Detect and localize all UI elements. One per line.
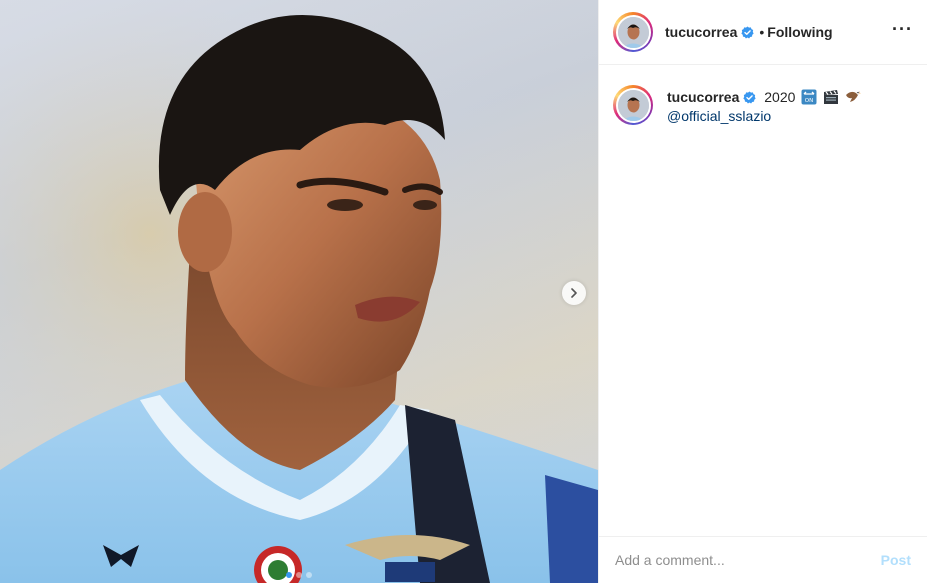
carousel-indicator bbox=[0, 572, 598, 578]
on-arrow-emoji: ON bbox=[801, 89, 817, 105]
carousel-dot bbox=[306, 572, 312, 578]
caption-username[interactable]: tucucorrea bbox=[667, 89, 739, 105]
comment-input[interactable] bbox=[615, 552, 881, 568]
clapper-board-emoji bbox=[824, 90, 839, 104]
carousel-next-button[interactable] bbox=[562, 281, 586, 305]
caption: tucucorrea 2020 ON @official_sslazio bbox=[599, 65, 927, 126]
post-comment-button[interactable]: Post bbox=[881, 552, 911, 568]
following-button[interactable]: Following bbox=[767, 24, 832, 40]
post-header: tucucorrea • Following ··· bbox=[599, 0, 927, 65]
more-options-icon[interactable]: ··· bbox=[892, 19, 913, 46]
carousel-dot bbox=[286, 572, 292, 578]
mention-link[interactable]: @official_sslazio bbox=[667, 107, 861, 126]
verified-badge-icon bbox=[743, 91, 756, 104]
caption-text: tucucorrea 2020 ON @official_sslazio bbox=[667, 85, 861, 126]
verified-badge-icon bbox=[741, 25, 754, 38]
avatar-image bbox=[617, 16, 649, 48]
post-photo bbox=[0, 0, 598, 583]
comment-bar: Post bbox=[599, 536, 927, 583]
carousel-dot bbox=[296, 572, 302, 578]
svg-text:ON: ON bbox=[805, 98, 813, 104]
caption-body: 2020 bbox=[764, 89, 796, 105]
header-username[interactable]: tucucorrea bbox=[665, 24, 737, 40]
header-separator: • bbox=[759, 24, 765, 40]
avatar[interactable] bbox=[613, 12, 653, 52]
post-side-panel: tucucorrea • Following ··· tucucorrea 20… bbox=[598, 0, 927, 583]
post-dialog: tucucorrea • Following ··· tucucorrea 20… bbox=[0, 0, 927, 583]
eagle-emoji bbox=[846, 91, 861, 102]
post-media bbox=[0, 0, 598, 583]
avatar-image bbox=[617, 89, 649, 121]
chevron-right-icon bbox=[571, 288, 577, 298]
caption-avatar[interactable] bbox=[613, 85, 653, 125]
